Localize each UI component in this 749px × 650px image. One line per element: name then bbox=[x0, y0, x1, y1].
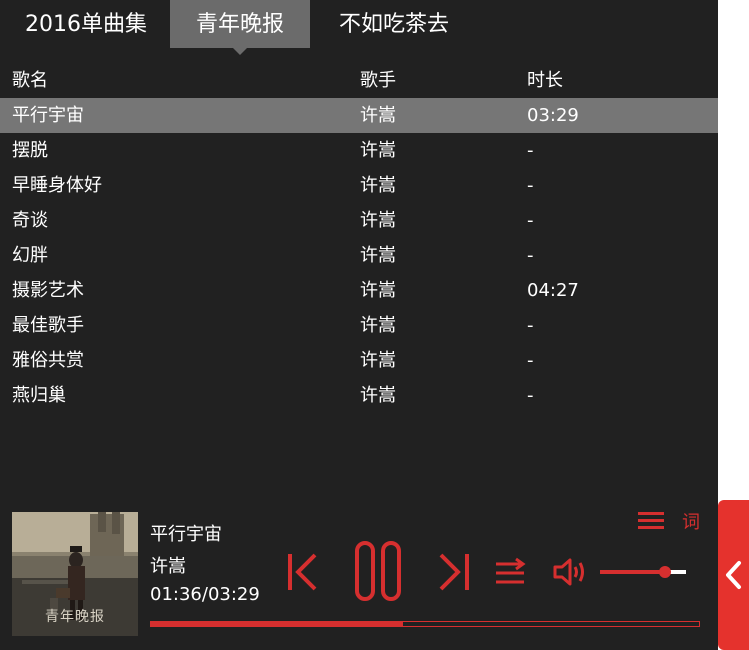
song-duration: 03:29 bbox=[527, 105, 579, 126]
table-row[interactable]: 早睡身体好 许嵩 - bbox=[0, 168, 718, 203]
lyric-button[interactable]: 词 bbox=[682, 508, 700, 534]
song-artist: 许嵩 bbox=[360, 350, 396, 371]
table-row[interactable]: 摆脱 许嵩 - bbox=[0, 133, 718, 168]
song-title: 最佳歌手 bbox=[12, 315, 84, 336]
song-artist: 许嵩 bbox=[360, 280, 396, 301]
now-playing-artist: 许嵩 bbox=[150, 556, 186, 577]
table-header: 歌名 歌手 时长 bbox=[0, 63, 718, 98]
song-title: 奇谈 bbox=[12, 210, 48, 231]
skip-previous-icon[interactable] bbox=[285, 552, 321, 592]
song-title: 燕归巢 bbox=[12, 385, 66, 406]
now-playing-title: 平行宇宙 bbox=[150, 524, 222, 545]
song-duration: - bbox=[527, 245, 534, 266]
song-title: 平行宇宙 bbox=[12, 105, 84, 126]
playlist-icon[interactable] bbox=[638, 510, 664, 532]
song-title: 摄影艺术 bbox=[12, 280, 84, 301]
volume-slider-fill bbox=[600, 570, 665, 574]
progress-bar-fill bbox=[151, 622, 404, 626]
song-duration: - bbox=[527, 385, 534, 406]
table-row[interactable]: 平行宇宙 许嵩 03:29 bbox=[0, 98, 718, 133]
table-row[interactable]: 奇谈 许嵩 - bbox=[0, 203, 718, 238]
song-title: 雅俗共赏 bbox=[12, 350, 84, 371]
song-duration: - bbox=[527, 210, 534, 231]
song-duration: - bbox=[527, 140, 534, 161]
shuffle-icon[interactable] bbox=[494, 556, 528, 588]
album-tabs: 2016单曲集 青年晚报 不如吃茶去 bbox=[0, 0, 718, 55]
song-duration: - bbox=[527, 175, 534, 196]
collapse-panel-button[interactable] bbox=[718, 500, 749, 650]
song-artist: 许嵩 bbox=[360, 245, 396, 266]
tab-album-qingnianwanbao[interactable]: 青年晚报 bbox=[170, 0, 310, 55]
column-header-title: 歌名 bbox=[12, 70, 48, 91]
song-artist: 许嵩 bbox=[360, 175, 396, 196]
song-table: 歌名 歌手 时长 平行宇宙 许嵩 03:29 摆脱 许嵩 - 早睡身体好 许嵩 - 奇谈 许嵩 - 幻胖… bbox=[0, 63, 718, 413]
song-duration: - bbox=[527, 350, 534, 371]
tab-album-burujichaqu[interactable]: 不如吃茶去 bbox=[320, 0, 468, 48]
now-playing-time: 01:36/03:29 bbox=[150, 584, 260, 605]
column-header-artist: 歌手 bbox=[360, 70, 396, 91]
table-row[interactable]: 燕归巢 许嵩 - bbox=[0, 378, 718, 413]
progress-bar[interactable] bbox=[150, 621, 700, 627]
song-artist: 许嵩 bbox=[360, 105, 396, 126]
pause-icon[interactable] bbox=[354, 540, 404, 602]
song-artist: 许嵩 bbox=[360, 210, 396, 231]
music-player-panel: 2016单曲集 青年晚报 不如吃茶去 歌名 歌手 时长 平行宇宙 许嵩 03:29 摆… bbox=[0, 0, 718, 650]
table-row[interactable]: 摄影艺术 许嵩 04:27 bbox=[0, 273, 718, 308]
song-duration: - bbox=[527, 315, 534, 336]
song-artist: 许嵩 bbox=[360, 385, 396, 406]
chevron-left-icon bbox=[722, 560, 746, 590]
volume-slider-knob[interactable] bbox=[658, 566, 671, 578]
table-row[interactable]: 最佳歌手 许嵩 - bbox=[0, 308, 718, 343]
table-row[interactable]: 幻胖 许嵩 - bbox=[0, 238, 718, 273]
volume-icon[interactable] bbox=[552, 556, 592, 588]
song-artist: 许嵩 bbox=[360, 140, 396, 161]
tab-album-2016[interactable]: 2016单曲集 bbox=[12, 0, 160, 48]
cover-caption: 青年晚报 bbox=[45, 609, 105, 625]
song-title: 摆脱 bbox=[12, 140, 48, 161]
volume-slider[interactable] bbox=[600, 566, 686, 578]
album-cover: 青年晚报 bbox=[12, 512, 138, 636]
song-artist: 许嵩 bbox=[360, 315, 396, 336]
song-duration: 04:27 bbox=[527, 280, 579, 301]
table-row[interactable]: 雅俗共赏 许嵩 - bbox=[0, 343, 718, 378]
skip-next-icon[interactable] bbox=[437, 552, 473, 592]
column-header-duration: 时长 bbox=[527, 70, 563, 91]
song-title: 幻胖 bbox=[12, 245, 48, 266]
player-bar: 青年晚报 平行宇宙 许嵩 01:36/03:29 词 bbox=[0, 496, 718, 650]
song-title: 早睡身体好 bbox=[12, 175, 102, 196]
